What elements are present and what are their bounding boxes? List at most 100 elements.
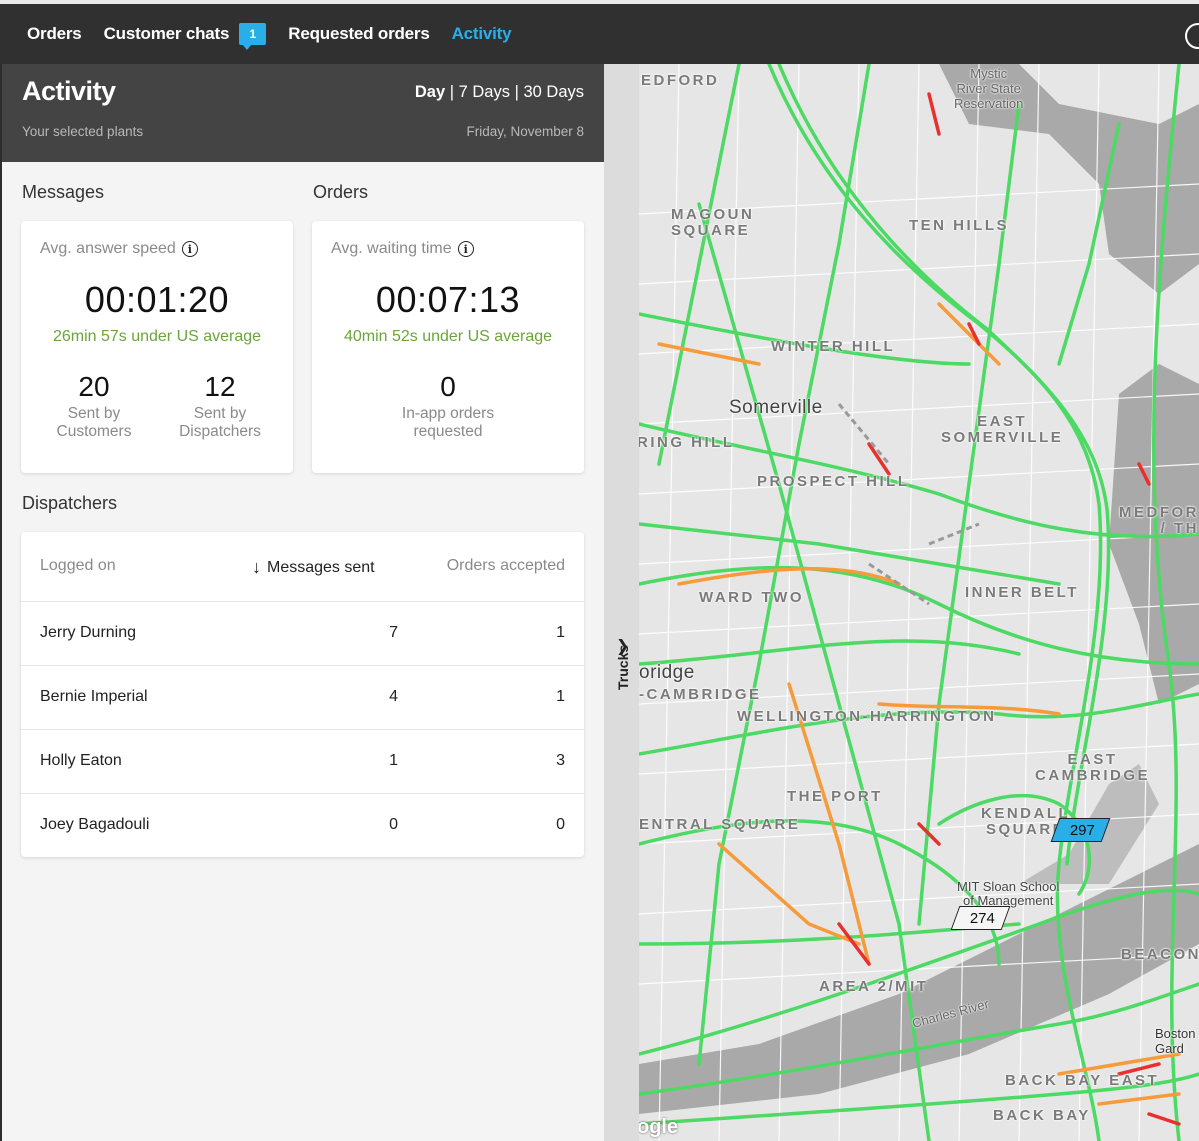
info-icon[interactable]: i [457,241,474,257]
map-label-east-cambridge: EAST CAMBRIDGE [1035,751,1150,784]
stat-label-line: Dispatchers [179,423,261,440]
map-label-ward-two: WARD TWO [699,589,804,606]
activity-panel: Activity Your selected plants Day | 7 Da… [2,64,604,1141]
time-range-selector: Day | 7 Days | 30 Days [415,83,584,102]
map-label-boston-garden: Boston Gard [1155,1026,1196,1056]
orders-accepted-cell: 1 [556,624,565,641]
table-row[interactable]: Bernie Imperial 4 1 [21,666,584,730]
avg-answer-speed-value: 00:01:20 [84,279,230,320]
map-label-back-bay-east: BACK BAY EAST [1005,1072,1160,1089]
stat-label-line: Sent by [67,405,121,422]
unread-chat-badge: 1 [239,23,267,50]
map-label-back-bay: BACK BAY [993,1107,1091,1124]
avg-waiting-time-value: 00:07:13 [375,279,521,320]
account-icon[interactable] [1185,23,1199,49]
table-row[interactable]: Joey Bagadouli 0 0 [21,794,584,858]
orders-card: Avg. waiting time i 00:07:13 40min 52s u… [312,221,584,473]
in-app-orders-label: In-app orders requested [312,405,584,441]
table-row[interactable]: Holly Eaton 1 3 [21,730,584,794]
map-label-somerville: Somerville [729,397,823,418]
nav-orders[interactable]: Orders [27,24,82,44]
column-logged-on[interactable]: Logged on [40,557,116,575]
column-messages-sent-label: Messages sent [267,558,375,576]
selected-plants-subtitle: Your selected plants [22,124,144,139]
map-label-mit-sloan: MIT Sloan School of Management [957,879,1060,908]
map-label-magoun-square: MAGOUN SQUARE [671,206,755,239]
column-orders-accepted[interactable]: Orders accepted [447,557,565,575]
traffic-map[interactable]: EDFORD Mystic River State Reservation MA… [639,64,1199,1141]
map-label-east-somerville: EAST SOMERVILLE [941,413,1064,446]
sent-by-dispatchers-value: 12 [204,371,236,402]
map-label-the-port: THE PORT [787,788,883,805]
truck-id: 297 [1070,821,1096,839]
map-label-central-square: ENTRAL SQUARE [639,816,801,833]
messages-sent-cell: 4 [389,688,398,705]
sent-by-customers-label: Sent by Customers [35,405,153,441]
orders-accepted-cell: 1 [556,688,565,705]
stat-label-line: In-app orders [401,405,495,422]
truck-marker-297[interactable]: 297 [1050,818,1111,842]
truck-marker-274[interactable]: 274 [950,906,1011,930]
map-label-prospect-hill: PROSPECT HILL [757,473,910,490]
avg-answer-speed-label: Avg. answer speed i [40,240,198,258]
sort-arrow-down-icon: ↓ [252,557,261,577]
map-label-mid-cambridge: -CAMBRIDGE [639,686,762,703]
nav-customer-chats[interactable]: Customer chats 1 [103,23,267,50]
sent-by-dispatchers-label: Sent by Dispatchers [161,405,279,441]
table-header: Logged on ↓ Messages sent Orders accepte… [21,532,584,602]
nav-requested-orders-label: Requested orders [288,24,430,43]
range-separator: | [514,83,519,101]
nav-customer-chats-label: Customer chats [103,24,230,43]
messages-sent-cell: 1 [389,752,398,769]
messages-sent-cell: 7 [389,624,398,641]
messages-section-title: Messages [22,182,105,202]
sent-by-customers-value: 20 [78,371,110,402]
map-label-cambridge: oridge [639,662,695,683]
map-label-winter-hill: WINTER HILL [771,338,896,355]
table-row[interactable]: Jerry Durning 7 1 [21,602,584,666]
activity-header: Activity Your selected plants Day | 7 Da… [2,64,604,162]
range-day[interactable]: Day [415,83,445,101]
stat-label-line: requested [413,423,483,440]
range-30-days[interactable]: 30 Days [523,83,584,101]
app-root: Orders Customer chats 1 Requested orders… [0,0,1199,1141]
column-messages-sent[interactable]: ↓ Messages sent [252,557,375,578]
in-app-orders-stat: 0 In-app orders requested [312,371,584,441]
map-label-inner-belt: INNER BELT [965,584,1079,601]
sent-by-customers-stat: 20 Sent by Customers [35,371,153,441]
truck-id: 274 [970,909,996,927]
map-label-wellington-harrington: WELLINGTON-HARRINGTON [737,708,997,725]
stat-label-line: Customers [56,423,132,440]
messages-card: Avg. answer speed i 00:01:20 26min 57s u… [21,221,293,473]
trucks-panel-toggle[interactable]: Trucks ❯ [604,64,639,1141]
orders-accepted-cell: 3 [556,752,565,769]
page-title: Activity [22,76,116,106]
dispatcher-name: Joey Bagadouli [40,816,150,833]
dispatchers-section-title: Dispatchers [22,493,118,513]
map-label-area-2-mit: AREA 2/MIT [819,978,929,995]
nav-orders-label: Orders [27,24,82,43]
range-7-days[interactable]: 7 Days [459,83,510,101]
range-separator: | [449,83,455,101]
map-label-ten-hills: TEN HILLS [909,217,1009,234]
dispatcher-name: Jerry Durning [40,624,137,641]
map-label-mystic-reservation: Mystic River State Reservation [954,66,1024,111]
nav-requested-orders[interactable]: Requested orders [288,24,430,44]
dispatchers-table: Logged on ↓ Messages sent Orders accepte… [21,532,584,857]
map-label-spring-hill: RING HILL [639,434,735,451]
chevron-right-icon: ❯ [616,638,630,655]
google-logo: ogle [639,1116,679,1138]
info-icon[interactable]: i [181,241,198,257]
avg-waiting-time-text: Avg. waiting time [331,240,452,257]
avg-waiting-time-label: Avg. waiting time i [331,240,474,258]
map-label-medford-right: MEDFOR / TH [1119,504,1199,537]
dispatcher-name: Bernie Imperial [40,688,148,705]
answer-speed-comparison: 26min 57s under US average [52,328,262,345]
waiting-time-comparison: 40min 52s under US average [343,328,553,345]
current-date: Friday, November 8 [466,124,584,139]
map-label-beacon: BEACON [1121,946,1199,963]
dispatcher-name: Holly Eaton [40,752,122,769]
orders-accepted-cell: 0 [556,816,565,833]
nav-activity-label: Activity [451,24,512,43]
nav-activity[interactable]: Activity [452,24,512,44]
